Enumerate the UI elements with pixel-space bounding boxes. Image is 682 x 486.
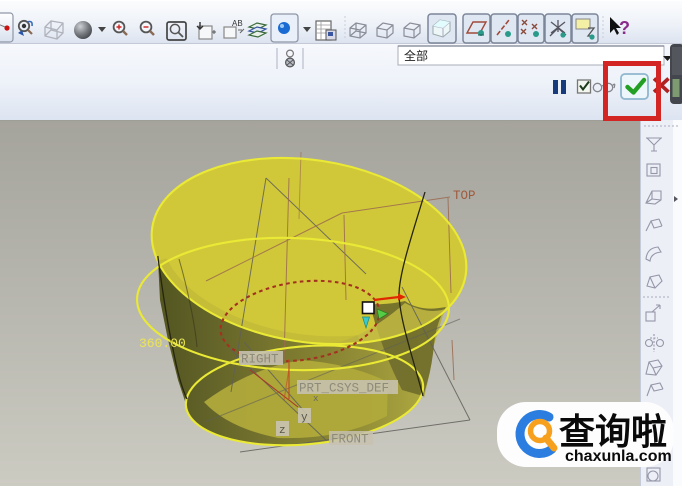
svg-text:全部: 全部 [404,48,428,63]
svg-text:TOP: TOP [453,189,476,203]
svg-text:360.00: 360.00 [139,336,186,351]
svg-text:y: y [301,412,308,424]
svg-text:查询啦: 查询啦 [559,411,667,452]
svg-text:?: ? [619,18,630,38]
svg-text:x: x [313,394,318,404]
svg-text:z: z [279,425,286,437]
svg-text:RIGHT: RIGHT [241,353,279,367]
svg-text:chaxunla.com: chaxunla.com [565,448,672,465]
svg-text:AB: AB [232,19,243,28]
svg-text:FRONT: FRONT [331,433,369,447]
